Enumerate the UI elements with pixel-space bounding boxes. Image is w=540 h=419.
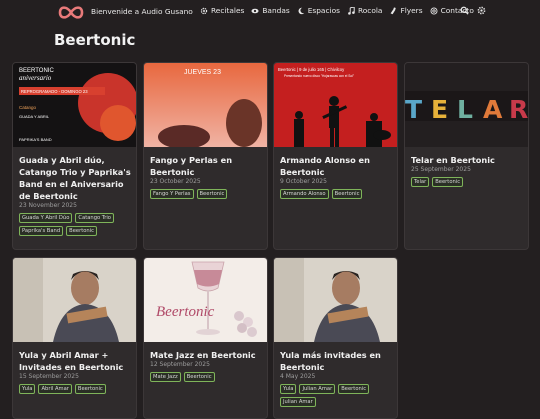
event-title[interactable]: Yula y Abril Amar + Invitades en Beerton…	[19, 349, 133, 373]
event-date: 23 November 2025	[19, 202, 77, 209]
tag-venue[interactable]: Beertonic	[183, 372, 215, 382]
event-date: 15 September 2025	[19, 373, 79, 380]
event-tags: Yula Julian Amar Beertonic Julian Amar	[280, 384, 394, 407]
nav-item-flyers[interactable]: Flyers	[389, 6, 423, 15]
event-tags: Yula Abril Amar Beertonic	[19, 384, 133, 394]
event-tags: Armando Alonso Beertonic	[280, 189, 394, 199]
event-date: 9 October 2025	[280, 178, 327, 185]
nav-item-recitales[interactable]: Recitales	[200, 6, 244, 15]
event-date: 25 September 2025	[411, 166, 471, 173]
search-icon[interactable]	[460, 6, 469, 15]
event-tags: Mate Jazz Beertonic	[150, 372, 264, 382]
nav-item-label: Flyers	[400, 6, 423, 15]
tag-band[interactable]: Julian Amar	[280, 397, 316, 407]
tag-band[interactable]: Armando Alonso	[280, 189, 329, 199]
nav-links: Recitales Bandas Espacios Rocola Flyers …	[200, 6, 474, 15]
tag-band[interactable]: Mate Jazz	[150, 372, 181, 382]
tag-band[interactable]: Catango Trio	[75, 213, 114, 223]
event-title[interactable]: Mate Jazz en Beertonic	[150, 349, 264, 361]
tag-band[interactable]: Yula	[19, 384, 36, 394]
svg-text:A: A	[483, 95, 503, 124]
svg-text:R: R	[509, 95, 528, 124]
flyer-text: Presentando nuevo disco "Hojarascas con …	[284, 74, 354, 78]
tag-band[interactable]: Julian Amar	[299, 384, 336, 394]
flyer-text: aniversario	[19, 74, 52, 82]
tag-venue[interactable]: Beertonic	[196, 189, 228, 199]
flyer-text: PAPRIKA'S BAND	[19, 137, 52, 142]
event-date: 23 October 2025	[150, 178, 201, 185]
event-tags: Guada Y Abril Dúo Catango Trio Paprika's…	[19, 213, 133, 236]
nav-item-espacios[interactable]: Espacios	[297, 6, 340, 15]
event-tags: Telar Beertonic	[411, 177, 525, 187]
flyer-icon	[391, 7, 397, 14]
flyer-text: Catango	[19, 105, 37, 110]
tag-band[interactable]: Telar	[411, 177, 430, 187]
event-title[interactable]: Fango y Perlas en Beertonic	[150, 154, 264, 178]
event-title[interactable]: Guada y Abril dúo, Catango Trio y Paprik…	[19, 154, 133, 202]
tag-venue[interactable]: Beertonic	[66, 226, 98, 236]
event-date: 12 September 2025	[150, 361, 210, 368]
event-flyer-image: Beertonic | 9 de julio 165 | Chivilcoy P…	[274, 63, 397, 147]
tag-band[interactable]: Paprika's Band	[19, 226, 64, 236]
event-title[interactable]: Telar en Beertonic	[411, 154, 525, 166]
flyer-text: Beertonic | 9 de julio 165 | Chivilcoy	[278, 67, 345, 72]
svg-text:E: E	[431, 95, 448, 124]
event-photo-image	[13, 258, 136, 342]
page-title: Beertonic	[54, 31, 136, 49]
nav-item-rocola[interactable]: Rocola	[347, 6, 383, 15]
gear-icon	[200, 7, 208, 14]
event-tags: Fango Y Perlas Beertonic	[150, 189, 264, 199]
nav-tools	[460, 6, 486, 15]
event-card[interactable]: Beertonic Mate Jazz en Beertonic 12 Sept…	[143, 257, 268, 419]
svg-text:L: L	[457, 95, 473, 124]
event-photo-image	[274, 258, 397, 342]
settings-icon[interactable]	[477, 6, 486, 15]
tag-band[interactable]: Abril Amar	[38, 384, 72, 394]
tag-band[interactable]: Yula	[280, 384, 297, 394]
event-date: 4 May 2025	[280, 373, 316, 380]
event-title[interactable]: Yula más invitades en Beertonic	[280, 349, 394, 373]
tag-venue[interactable]: Beertonic	[432, 177, 464, 187]
event-flyer-image: T E L A R	[405, 63, 528, 147]
event-card[interactable]: JUEVES 23 Fango y Perlas en Beertonic 23…	[143, 62, 268, 250]
tag-band[interactable]: Fango Y Perlas	[150, 189, 194, 199]
brand-title[interactable]: Bienvenide a Audio Gusano	[91, 7, 193, 16]
tag-venue[interactable]: Beertonic	[74, 384, 106, 394]
event-card[interactable]: Yula más invitades en Beertonic 4 May 20…	[273, 257, 398, 419]
flyer-text: REPROGRAMADO - DOMINGO 23	[21, 89, 88, 94]
svg-text:T: T	[405, 95, 422, 124]
flyer-text: JUEVES 23	[184, 69, 221, 76]
tag-band[interactable]: Guada Y Abril Dúo	[19, 213, 73, 223]
event-flyer-image: JUEVES 23	[144, 63, 267, 147]
logo-infinity-icon[interactable]	[57, 5, 85, 20]
nav-item-label: Rocola	[357, 6, 383, 15]
event-card[interactable]: T E L A R Telar en Beertonic 25 Septembe…	[404, 62, 529, 250]
flyer-text: Beertonic	[156, 304, 215, 320]
event-card[interactable]: Beertonic | 9 de julio 165 | Chivilcoy P…	[273, 62, 398, 250]
event-card[interactable]: BEERTONIC aniversario REPROGRAMADO - DOM…	[12, 62, 137, 250]
moon-icon	[298, 7, 304, 14]
tag-venue[interactable]: Beertonic	[338, 384, 370, 394]
event-title[interactable]: Armando Alonso en Beertonic	[280, 154, 394, 178]
event-flyer-image: Beertonic	[144, 258, 267, 342]
nav-item-label: Recitales	[211, 6, 245, 15]
nav-item-label: Espacios	[307, 6, 340, 15]
nav-item-bandas[interactable]: Bandas	[251, 6, 290, 15]
tag-venue[interactable]: Beertonic	[331, 189, 363, 199]
nav-item-label: Bandas	[262, 6, 290, 15]
top-navbar: Bienvenide a Audio Gusano Recitales Band…	[0, 0, 540, 26]
music-note-icon	[348, 6, 355, 15]
event-flyer-image: BEERTONIC aniversario REPROGRAMADO - DOM…	[13, 63, 136, 147]
event-card[interactable]: Yula y Abril Amar + Invitades en Beerton…	[12, 257, 137, 419]
flyer-text: GUADA Y ABRIL	[19, 114, 50, 119]
eye-icon	[251, 8, 259, 13]
at-icon	[430, 7, 438, 14]
